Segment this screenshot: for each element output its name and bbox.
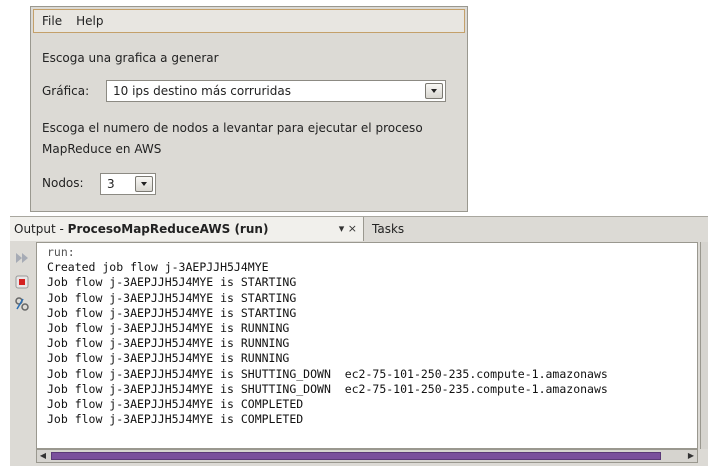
console-line: Job flow j-3AEPJJH5J4MYE is COMPLETED — [47, 412, 304, 427]
rerun-icon[interactable] — [14, 250, 30, 266]
menu-file[interactable]: File — [36, 14, 68, 28]
console-output[interactable]: run: Created job flow j-3AEPJJH5J4MYE Job … — [36, 242, 698, 449]
vertical-scrollbar[interactable] — [700, 242, 708, 449]
console-lines: run: Created job flow j-3AEPJJH5J4MYE Job … — [47, 245, 608, 427]
tab-output[interactable]: Output - ProcesoMapReduceAWS (run) ▾ × — [10, 217, 364, 241]
console-line: Created job flow j-3AEPJJH5J4MYE — [47, 260, 269, 275]
scroll-thumb[interactable] — [51, 452, 661, 460]
output-panel: Output - ProcesoMapReduceAWS (run) ▾ × T… — [10, 216, 708, 466]
tab-tasks[interactable]: Tasks — [368, 217, 408, 241]
console-line: Job flow j-3AEPJJH5J4MYE is SHUTTING_DOW… — [47, 381, 608, 396]
scroll-right-icon[interactable]: ▶ — [686, 451, 696, 461]
chevron-down-icon[interactable] — [425, 83, 443, 99]
tab-output-title: Output - ProcesoMapReduceAWS (run) — [14, 222, 269, 236]
chevron-down-icon[interactable] — [135, 176, 153, 192]
menu-help[interactable]: Help — [70, 14, 109, 28]
console-line: Job flow j-3AEPJJH5J4MYE is STARTING — [47, 305, 297, 320]
console-line: Job flow j-3AEPJJH5J4MYE is RUNNING — [47, 321, 290, 336]
nodes-select[interactable]: 3 — [100, 173, 156, 195]
stop-icon[interactable] — [14, 274, 30, 290]
console-line: Job flow j-3AEPJJH5J4MYE is SHUTTING_DOW… — [47, 366, 608, 381]
nodes-label: Nodos: — [42, 176, 84, 190]
chart-prompt: Escoga una grafica a generar — [42, 51, 219, 65]
chart-select[interactable]: 10 ips destino más corruridas — [106, 80, 446, 102]
app-window: File Help Escoga una grafica a generar G… — [30, 6, 468, 212]
scroll-left-icon[interactable]: ◀ — [38, 451, 48, 461]
tab-controls-icon[interactable]: ▾ × — [339, 222, 357, 235]
console-line: Job flow j-3AEPJJH5J4MYE is STARTING — [47, 275, 297, 290]
tab-strip: Output - ProcesoMapReduceAWS (run) ▾ × T… — [10, 217, 708, 241]
nodes-select-value: 3 — [107, 177, 115, 191]
console-line: Job flow j-3AEPJJH5J4MYE is RUNNING — [47, 336, 290, 351]
console-line: Job flow j-3AEPJJH5J4MYE is STARTING — [47, 290, 297, 305]
menu-bar: File Help — [33, 9, 465, 33]
chart-label: Gráfica: — [42, 84, 90, 98]
output-toolbar — [10, 242, 34, 466]
settings-icon[interactable] — [14, 296, 30, 312]
horizontal-scrollbar[interactable]: ◀ ▶ — [36, 449, 698, 463]
console-line: Job flow j-3AEPJJH5J4MYE is COMPLETED — [47, 397, 304, 412]
nodes-prompt-line1: Escoga el numero de nodos a levantar par… — [42, 121, 423, 135]
console-line: Job flow j-3AEPJJH5J4MYE is RUNNING — [47, 351, 290, 366]
chart-select-value: 10 ips destino más corruridas — [113, 84, 291, 98]
console-line: run: — [47, 245, 75, 259]
nodes-prompt-line2: MapReduce en AWS — [42, 142, 162, 156]
